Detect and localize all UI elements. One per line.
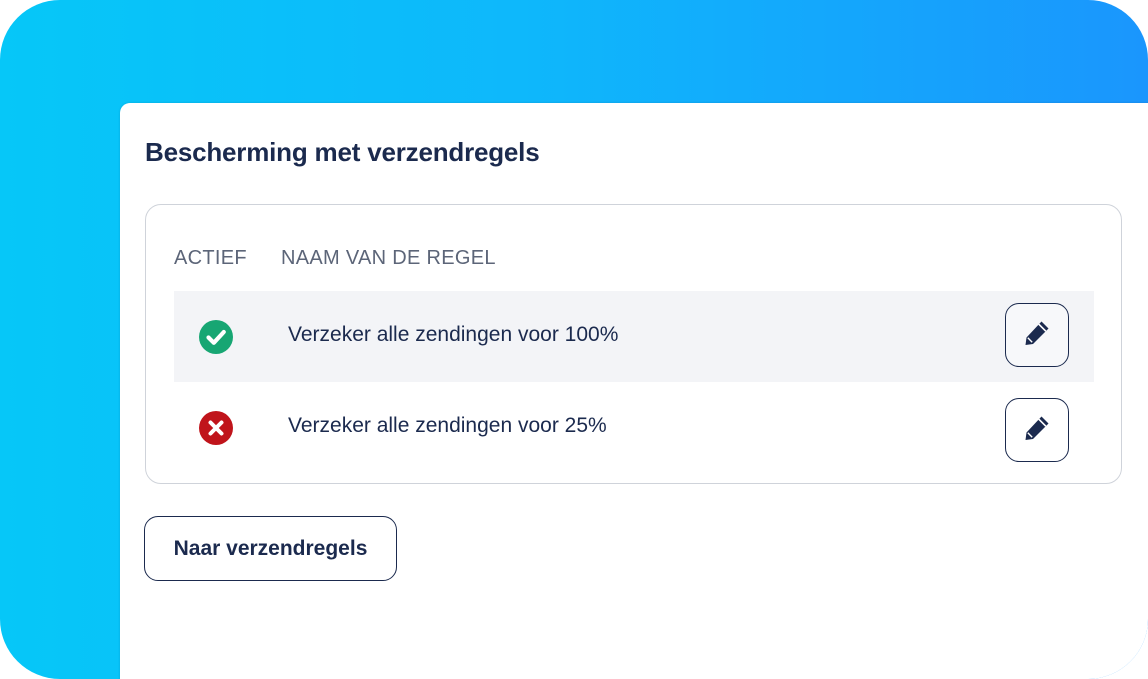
rule-name: Verzeker alle zendingen voor 100% xyxy=(288,323,619,346)
pencil-icon xyxy=(1021,412,1053,449)
column-header-active: ACTIEF xyxy=(174,247,247,269)
background-frame: Bescherming met verzendregels ACTIEF NAA… xyxy=(0,0,1148,679)
page-title: Bescherming met verzendregels xyxy=(145,137,540,167)
shipping-rules-panel: Bescherming met verzendregels ACTIEF NAA… xyxy=(120,103,1148,679)
table-row: Verzeker alle zendingen voor 25% xyxy=(174,382,1094,473)
table-row: Verzeker alle zendingen voor 100% xyxy=(174,291,1094,382)
edit-rule-button[interactable] xyxy=(1005,398,1069,462)
x-circle-icon xyxy=(198,410,234,446)
to-shipping-rules-button[interactable]: Naar verzendregels xyxy=(144,516,397,581)
rule-name: Verzeker alle zendingen voor 25% xyxy=(288,414,607,437)
edit-rule-button[interactable] xyxy=(1005,303,1069,367)
pencil-icon xyxy=(1021,317,1053,354)
check-circle-icon xyxy=(198,319,234,355)
rules-table: ACTIEF NAAM VAN DE REGEL Verzeker alle z… xyxy=(145,204,1122,484)
column-header-rule-name: NAAM VAN DE REGEL xyxy=(281,247,496,269)
